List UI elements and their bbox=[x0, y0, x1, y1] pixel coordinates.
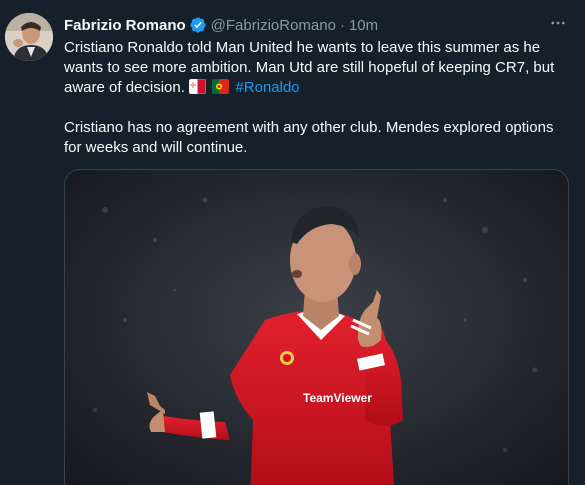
more-options-icon[interactable] bbox=[545, 12, 571, 34]
verified-badge-icon bbox=[189, 17, 206, 33]
flag-portugal-icon bbox=[212, 79, 230, 94]
tweet-header: Fabrizio Romano @FabrizioRomano · 10m bbox=[64, 14, 571, 36]
tweet[interactable]: Fabrizio Romano @FabrizioRomano · 10m Cr… bbox=[0, 0, 585, 485]
shirt-sponsor-text: TeamViewer bbox=[303, 391, 372, 405]
avatar-photo bbox=[5, 13, 53, 61]
tweet-media-photo[interactable]: TeamViewer bbox=[64, 169, 569, 485]
author-handle[interactable]: @FabrizioRomano bbox=[211, 17, 336, 34]
author-name[interactable]: Fabrizio Romano bbox=[64, 17, 186, 34]
tweet-body: Cristiano Ronaldo told Man United he wan… bbox=[64, 39, 555, 96]
separator-dot: · bbox=[339, 16, 345, 34]
flag-malta-icon bbox=[189, 79, 207, 94]
tweet-text: Cristiano Ronaldo told Man United he wan… bbox=[64, 38, 569, 158]
tweet-paragraph: Cristiano Ronaldo told Man United he wan… bbox=[64, 38, 569, 98]
tweet-paragraph: Cristiano has no agreement with any othe… bbox=[64, 119, 554, 156]
tweet-timestamp[interactable]: 10m bbox=[349, 17, 378, 34]
hashtag-link[interactable]: #Ronaldo bbox=[235, 79, 299, 96]
avatar[interactable] bbox=[5, 13, 53, 61]
